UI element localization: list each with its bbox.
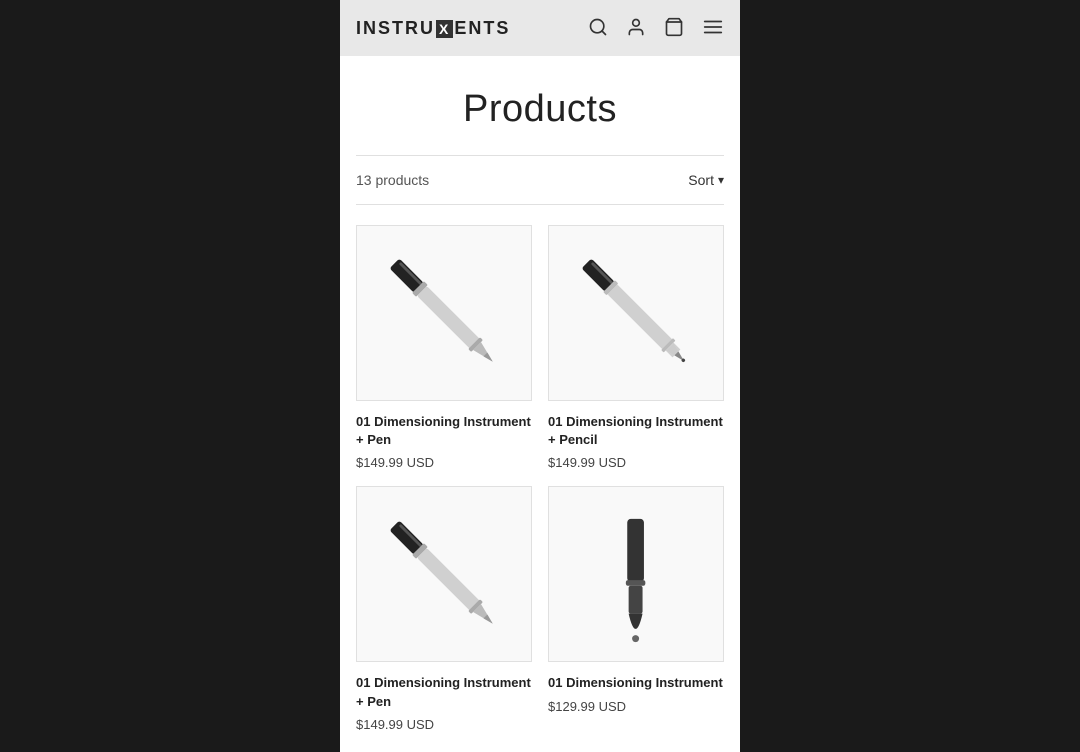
logo-text-after: ENTS	[454, 18, 510, 38]
product-price-1: $149.99 USD	[356, 455, 532, 470]
site-logo[interactable]: INSTRUXENTS	[356, 18, 510, 39]
header: INSTRUXENTS	[340, 0, 740, 56]
page-title: Products	[356, 88, 724, 131]
user-icon[interactable]	[626, 17, 646, 40]
product-name-3: 01 Dimensioning Instrument + Pen	[356, 674, 532, 710]
product-card-2[interactable]: 01 Dimensioning Instrument + Pencil $149…	[548, 225, 724, 470]
product-price-2: $149.99 USD	[548, 455, 724, 470]
filter-bar: 13 products Sort ▾	[356, 156, 724, 205]
main-content: Products 13 products Sort ▾	[340, 56, 740, 752]
logo-x: X	[436, 20, 453, 38]
menu-icon[interactable]	[702, 16, 724, 41]
product-image-4	[548, 486, 724, 662]
product-card-1[interactable]: 01 Dimensioning Instrument + Pen $149.99…	[356, 225, 532, 470]
product-card-4[interactable]: 01 Dimensioning Instrument $129.99 USD	[548, 486, 724, 731]
sort-button[interactable]: Sort ▾	[688, 172, 724, 188]
product-price-3: $149.99 USD	[356, 717, 532, 732]
header-icons	[588, 16, 724, 41]
chevron-down-icon: ▾	[718, 173, 724, 187]
search-icon[interactable]	[588, 17, 608, 40]
product-card-3[interactable]: 01 Dimensioning Instrument + Pen $149.99…	[356, 486, 532, 731]
product-image-1	[356, 225, 532, 401]
logo-text-before: INSTRU	[356, 18, 435, 38]
product-grid: 01 Dimensioning Instrument + Pen $149.99…	[356, 205, 724, 752]
product-price-4: $129.99 USD	[548, 699, 724, 714]
product-count: 13 products	[356, 172, 429, 188]
product-image-3	[356, 486, 532, 662]
product-name-4: 01 Dimensioning Instrument	[548, 674, 724, 692]
page-title-section: Products	[356, 56, 724, 156]
page-wrapper: INSTRUXENTS	[340, 0, 740, 752]
product-name-1: 01 Dimensioning Instrument + Pen	[356, 413, 532, 449]
product-name-2: 01 Dimensioning Instrument + Pencil	[548, 413, 724, 449]
cart-icon[interactable]	[664, 17, 684, 40]
sort-label: Sort	[688, 172, 714, 188]
product-image-2	[548, 225, 724, 401]
